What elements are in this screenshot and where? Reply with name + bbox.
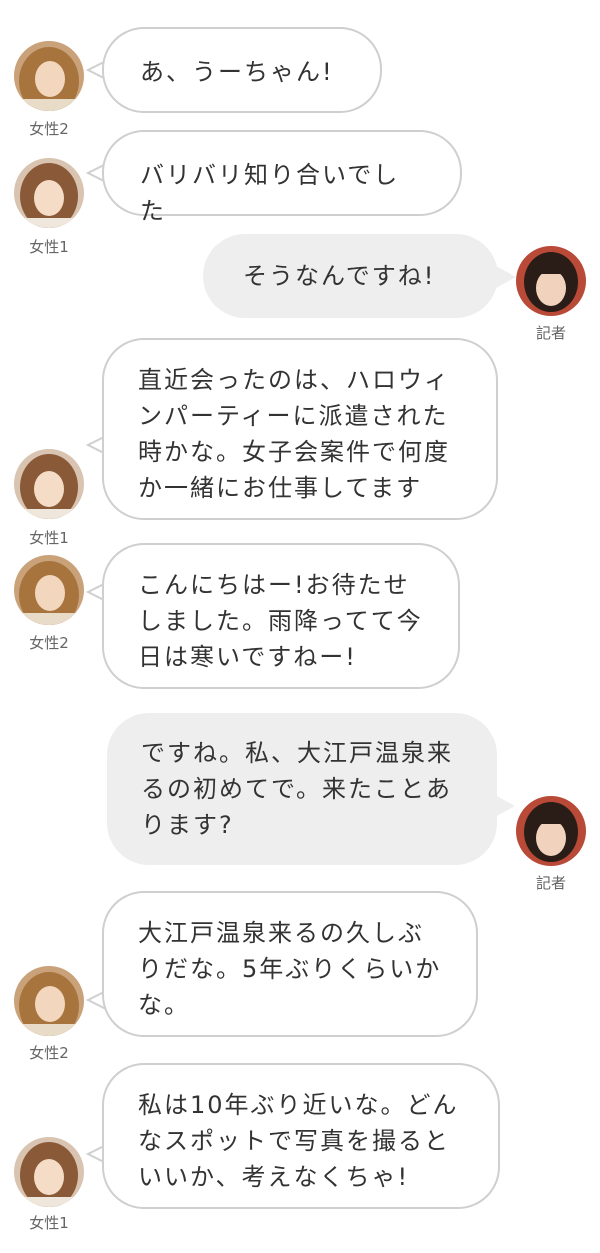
speaker-label: 記者 [535, 324, 566, 342]
chat-bubble-woman2: こんにちはー!お待たせしました。雨降ってて今日は寒いですねー! [102, 543, 460, 689]
message-text: 大江戸温泉来るの久しぶりだな。5年ぶりくらいかな。 [138, 919, 442, 1019]
speaker-label: 女性2 [29, 634, 69, 652]
avatar-woman2 [14, 966, 84, 1036]
message-text: 直近会ったのは、ハロウィンパーティーに派遣された時かな。女子会案件で何度か一緒に… [138, 366, 450, 502]
speaker-label: 女性1 [29, 529, 69, 547]
avatar-woman1 [14, 1137, 84, 1207]
speaker-label: 女性1 [29, 1214, 69, 1232]
speaker-label: 女性2 [29, 1044, 69, 1062]
chat-bubble-reporter: そうなんですね! [203, 234, 498, 318]
chat-bubble-woman1: 直近会ったのは、ハロウィンパーティーに派遣された時かな。女子会案件で何度か一緒に… [102, 338, 498, 520]
chat-bubble-woman2: 大江戸温泉来るの久しぶりだな。5年ぶりくらいかな。 [102, 891, 478, 1037]
bubble-tail [495, 795, 515, 817]
message-text: こんにちはー!お待たせしました。雨降ってて今日は寒いですねー! [138, 571, 423, 671]
bubble-tail [496, 266, 516, 288]
chat-bubble-reporter: ですね。私、大江戸温泉来るの初めてで。来たことあります? [107, 713, 497, 865]
chat-bubble-woman1: バリバリ知り合いでした [102, 130, 462, 225]
chat-bubble-woman1: 私は10年ぶり近いな。どんなスポットで写真を撮るといいか、考えなくちゃ! [102, 1063, 500, 1209]
message-text: バリバリ知り合いでした [140, 161, 400, 225]
avatar-reporter [516, 796, 586, 866]
avatar-reporter [516, 246, 586, 316]
avatar-woman2 [14, 41, 84, 111]
avatar-woman2 [14, 555, 84, 625]
chat-bubble-woman2: あ、うーちゃん! [102, 27, 382, 113]
avatar-woman1 [14, 449, 84, 519]
speaker-label: 女性2 [29, 120, 69, 138]
message-text: そうなんですね! [243, 262, 436, 290]
message-text: 私は10年ぶり近いな。どんなスポットで写真を撮るといいか、考えなくちゃ! [138, 1091, 459, 1191]
avatar-woman1 [14, 158, 84, 228]
message-text: ですね。私、大江戸温泉来るの初めてで。来たことあります? [141, 739, 453, 839]
message-text: あ、うーちゃん! [140, 58, 334, 86]
speaker-label: 記者 [535, 874, 566, 892]
speaker-label: 女性1 [29, 238, 69, 256]
